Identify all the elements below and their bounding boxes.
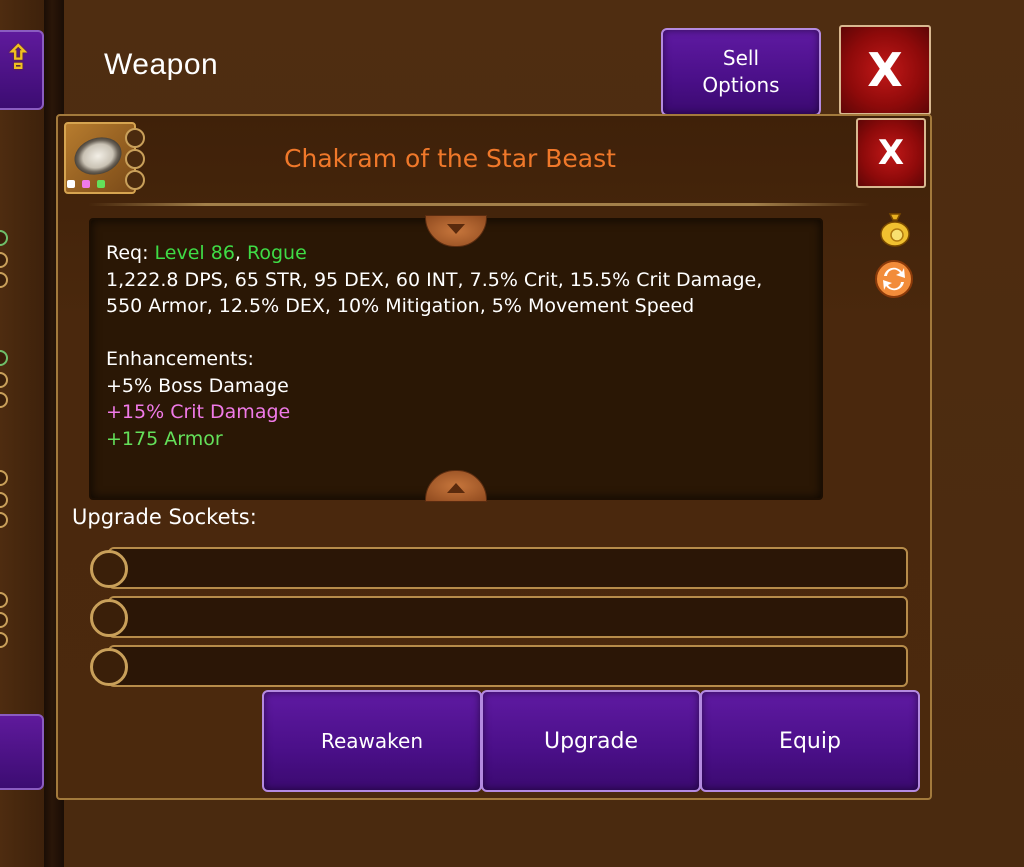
up-arrow-icon: ⇪ [4, 38, 33, 78]
stats-line-1: 1,222.8 DPS, 65 STR, 95 DEX, 60 INT, 7.5… [106, 268, 763, 291]
req-level: Level 86 [154, 242, 235, 264]
gem-pink-icon [82, 180, 90, 188]
enhancement-line: +175 Armor [106, 427, 223, 450]
chevron-up-icon [447, 483, 465, 493]
upgrade-socket-row[interactable] [108, 596, 908, 638]
item-slot-dot [125, 170, 145, 190]
enhancement-line: +15% Crit Damage [106, 401, 291, 423]
page-title: Weapon [104, 48, 219, 81]
close-window-button[interactable]: X [839, 25, 931, 115]
req-class: Rogue [247, 242, 307, 264]
upgrade-sockets-label: Upgrade Sockets: [72, 505, 257, 529]
swap-icon[interactable] [874, 259, 914, 299]
upgrade-socket-row[interactable] [108, 645, 908, 687]
req-separator: , [234, 242, 248, 264]
side-partial-button[interactable] [0, 714, 44, 790]
socket-slot-icon [90, 550, 128, 588]
side-upgrade-button[interactable]: ⇪ [0, 30, 44, 110]
req-prefix: Req: [106, 242, 155, 264]
chevron-down-icon [447, 224, 465, 234]
enhancement-line: +5% Boss Damage [106, 374, 289, 397]
socket-slot-icon [90, 648, 128, 686]
stats-line-2: 550 Armor, 12.5% DEX, 10% Mitigation, 5%… [106, 295, 695, 317]
socket-slot-icon [90, 599, 128, 637]
gold-bag-icon[interactable] [878, 210, 912, 248]
upgrade-button[interactable]: Upgrade [481, 690, 701, 792]
reawaken-button[interactable]: Reawaken [262, 690, 482, 792]
sell-options-button[interactable]: Sell Options [661, 28, 821, 116]
item-name: Chakram of the Star Beast [284, 144, 616, 173]
close-item-button[interactable]: X [856, 118, 926, 188]
upgrade-socket-row[interactable] [108, 547, 908, 589]
equip-button[interactable]: Equip [700, 690, 920, 792]
gem-white-icon [67, 180, 75, 188]
enhancements-heading: Enhancements: [106, 348, 254, 370]
requirements-line: Req: Level 86, Rogue [106, 240, 816, 267]
divider [88, 203, 870, 206]
item-description-text: Req: Level 86, Rogue 1,222.8 DPS, 65 STR… [106, 240, 816, 452]
sell-options-label-line1: Sell [722, 46, 760, 70]
sell-options-label-line2: Options [702, 73, 780, 97]
gem-green-icon [97, 180, 105, 188]
